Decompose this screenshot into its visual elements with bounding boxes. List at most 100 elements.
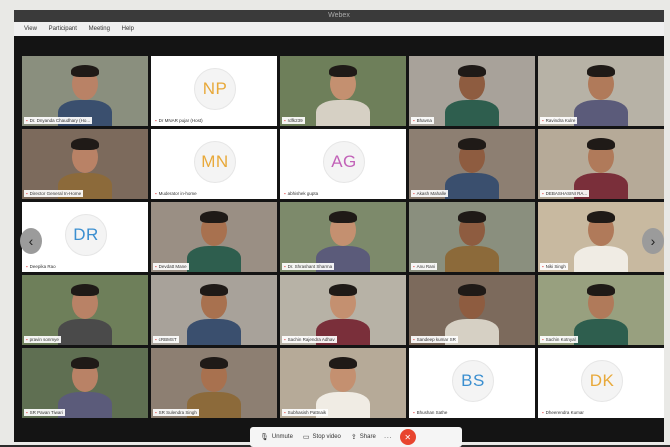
participant-video	[151, 202, 277, 272]
avatar: MN	[194, 141, 236, 183]
participant-name-label: Bhushan Sathe	[416, 410, 448, 415]
participant-tile[interactable]: ▪ Anu Rani	[409, 202, 535, 272]
participant-tile[interactable]: ▪ Sandeep kumar SR	[409, 275, 535, 345]
participant-name: ▪ Dr. Shrashant Sharma	[282, 263, 335, 270]
participant-name-label: Dheerendra Kumar	[545, 410, 584, 415]
participant-tile[interactable]: ▪ pravin sonmye	[22, 275, 148, 345]
microphone-muted-icon: ▪	[413, 264, 415, 269]
participant-tile[interactable]: ▪ Sachin Rajendra Adhav	[280, 275, 406, 345]
participant-tile[interactable]: ▪ Bhavna	[409, 56, 535, 126]
microphone-muted-icon: ▪	[542, 191, 544, 196]
microphone-muted-icon: ▪	[26, 337, 28, 342]
participant-tile[interactable]: ▪ Dr. Dnyanda Chaudhary (Ho...	[22, 56, 148, 126]
participant-name: ▪ Devdatt Mane	[153, 263, 189, 270]
unmute-button[interactable]: 🎙 Unmute	[260, 433, 293, 441]
microphone-muted-icon: ▪	[26, 410, 28, 415]
participant-video	[280, 275, 406, 345]
participant-tile[interactable]: ▪ Devdatt Mane	[151, 202, 277, 272]
end-call-button[interactable]: ✕	[399, 429, 416, 445]
participant-video	[22, 275, 148, 345]
stop-video-button[interactable]: ▭ Stop video	[303, 433, 341, 441]
participant-name-label: rdfk239	[287, 118, 303, 123]
participant-tile[interactable]: ▪ SR Pavan Tiwari	[22, 348, 148, 418]
menu-view[interactable]: View	[24, 26, 37, 32]
participant-name: ▪ Akash Mahalle	[411, 190, 449, 197]
participant-tile[interactable]: ▪ DEBASHASINI RA...	[538, 129, 664, 199]
participant-name: ▪ Muderator in-home	[153, 190, 199, 197]
participant-name: ▪ Director General In-Home	[24, 190, 84, 197]
meeting-window: Webex View Participant Meeting Help ▪ Dr.…	[14, 10, 664, 447]
participant-name: ▪ Anu Rani	[411, 263, 438, 270]
participant-name-label: Dr. Dnyanda Chaudhary (Ho...	[29, 118, 91, 123]
microphone-muted-icon: ▪	[26, 118, 28, 123]
participant-name: ▪ Deepika Rao	[24, 263, 58, 270]
participant-name-label: Muderator in-home	[158, 191, 197, 196]
participant-tile[interactable]: ▪ SR Sulendra Singh	[151, 348, 277, 418]
stop-video-label: Stop video	[312, 434, 341, 440]
microphone-muted-icon: ▪	[26, 264, 28, 269]
microphone-muted-icon: ▪	[413, 410, 415, 415]
menu-meeting[interactable]: Meeting	[89, 26, 110, 32]
participant-name: ▪ Ravindra Kulre	[540, 117, 578, 124]
microphone-icon: 🎙	[260, 434, 269, 441]
participant-tile[interactable]: NP ▪ Dr MNAR pujar (Host)	[151, 56, 277, 126]
participant-name-label: Subhasish Pattnaik	[287, 410, 327, 415]
microphone-muted-icon: ▪	[155, 118, 157, 123]
participant-video	[280, 202, 406, 272]
participant-tile[interactable]: DK ▪ Dheerendra Kumar	[538, 348, 664, 418]
next-page-button[interactable]: ›	[642, 228, 664, 254]
participant-tile[interactable]: BS ▪ Bhushan Sathe	[409, 348, 535, 418]
participant-name: ▪ Bhushan Sathe	[411, 409, 450, 416]
camera-icon: ▭	[302, 434, 310, 441]
microphone-muted-icon: ▪	[155, 410, 157, 415]
participant-video	[409, 56, 535, 126]
microphone-muted-icon: ▪	[542, 410, 544, 415]
previous-page-button[interactable]: ‹	[20, 228, 42, 254]
participant-tile[interactable]: ▪ Sachin Kotnyal	[538, 275, 664, 345]
participant-name-label: Anu Rani	[416, 264, 436, 269]
share-icon: ⇪	[350, 434, 357, 441]
share-button[interactable]: ⇪ Share	[351, 433, 376, 441]
participant-name: ▪ SR Sulendra Singh	[153, 409, 199, 416]
menu-participant[interactable]: Participant	[49, 26, 77, 32]
participant-name-label: Akash Mahalle	[416, 191, 447, 196]
participant-tile[interactable]: ▪ cRBMST	[151, 275, 277, 345]
participant-name: ▪ Sachin Kotnyal	[540, 336, 578, 343]
participant-name: ▪ Dheerendra Kumar	[540, 409, 586, 416]
participant-name-label: Sachin Kotnyal	[545, 337, 576, 342]
microphone-muted-icon: ▪	[155, 191, 157, 196]
participant-tile[interactable]: ▪ Ravindra Kulre	[538, 56, 664, 126]
participant-video	[538, 56, 664, 126]
participant-name: ▪ cRBMST	[153, 336, 179, 343]
participant-name: ▪ Dr. Dnyanda Chaudhary (Ho...	[24, 117, 93, 124]
participant-tile[interactable]: ▪ Akash Mahalle	[409, 129, 535, 199]
participant-name-label: Ravindra Kulre	[545, 118, 576, 123]
participant-video	[280, 56, 406, 126]
participant-tile[interactable]: ▪ Subhasish Pattnaik	[280, 348, 406, 418]
participant-name: ▪ rdfk239	[282, 117, 305, 124]
participant-tile[interactable]: AG ▪ abhishek gupta	[280, 129, 406, 199]
participant-tile[interactable]: ▪ Dr. Shrashant Sharma	[280, 202, 406, 272]
meeting-controls: 🎙 Unmute ▭ Stop video ⇪ Share ··· ✕	[250, 427, 462, 447]
share-label: Share	[359, 434, 376, 440]
participant-tile[interactable]: MN ▪ Muderator in-home	[151, 129, 277, 199]
participant-tile[interactable]: ▪ rdfk239	[280, 56, 406, 126]
unmute-label: Unmute	[271, 434, 293, 440]
microphone-muted-icon: ▪	[413, 337, 415, 342]
microphone-muted-icon: ▪	[542, 264, 544, 269]
participant-name: ▪ Sandeep kumar SR	[411, 336, 458, 343]
participant-video	[409, 275, 535, 345]
participant-name: ▪ DEBASHASINI RA...	[540, 190, 590, 197]
participant-name-label: Devdatt Mane	[158, 264, 187, 269]
more-options-button[interactable]: ···	[384, 433, 392, 442]
participant-tile[interactable]: ▪ Director General In-Home	[22, 129, 148, 199]
participant-name-label: pravin sonmye	[29, 337, 59, 342]
participant-name: ▪ Subhasish Pattnaik	[282, 409, 329, 416]
participant-name-label: SR Sulendra Singh	[158, 410, 197, 415]
participant-name-label: Director General In-Home	[29, 191, 82, 196]
menu-help[interactable]: Help	[122, 26, 134, 32]
menu-bar: View Participant Meeting Help	[14, 22, 664, 36]
microphone-muted-icon: ▪	[26, 191, 28, 196]
microphone-muted-icon: ▪	[155, 264, 157, 269]
participant-name: ▪ pravin sonmye	[24, 336, 61, 343]
